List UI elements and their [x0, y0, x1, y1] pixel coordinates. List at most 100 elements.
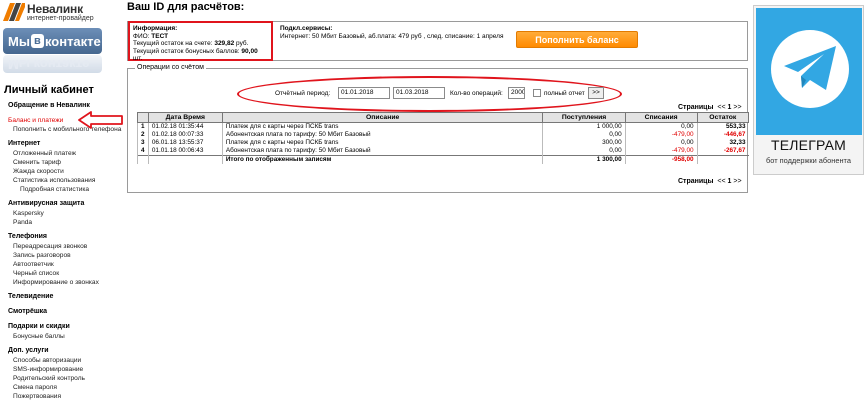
menu-item[interactable]: Запись разговоров — [8, 251, 133, 260]
menu-item[interactable]: Черный список — [8, 269, 133, 278]
vk-prefix: Мы — [8, 33, 30, 49]
vk-suffix: контакте — [44, 33, 101, 49]
column-header: Дата Время — [147, 112, 223, 123]
menu-section[interactable]: Антивирусная защита — [8, 199, 133, 209]
menu-section[interactable]: Телевидение — [8, 292, 133, 302]
row-number: 2 — [137, 131, 149, 139]
table-row: 4 01.01.18 00:06:43 Абонентская плата по т… — [137, 147, 749, 156]
menu-section[interactable]: Подарки и скидки — [8, 322, 133, 332]
menu-item[interactable]: Panda — [8, 218, 133, 227]
menu-section[interactable]: Смотрёшка — [8, 307, 133, 317]
vk-button[interactable]: Мы в контакте — [3, 28, 102, 54]
bonus-label: Текущий остаток бонусных баллов: — [133, 47, 240, 55]
column-header: Поступления — [542, 112, 626, 123]
row-income: 0,00 — [542, 147, 626, 156]
menu-item[interactable]: Kaspersky — [8, 209, 133, 218]
telegram-bot-banner[interactable]: ТЕЛЕГРАМ бот поддержки абонента — [753, 5, 864, 175]
menu-item[interactable]: Смена пароля — [8, 383, 133, 392]
row-date: 01.01.18 00:06:43 — [147, 147, 223, 156]
menu-item[interactable]: Родительский контроль — [8, 374, 133, 383]
total-income: 1 300,00 — [542, 155, 626, 164]
menu-item[interactable]: Отложенный платеж — [8, 149, 133, 158]
count-label: Кол-во операций: — [450, 90, 503, 97]
page-title: Ваш ID для расчётов: — [127, 1, 245, 13]
pointer-arrow-icon — [78, 111, 123, 129]
menu-section[interactable]: Телефония — [8, 232, 133, 242]
brand-tagline: интернет-провайдер — [27, 15, 94, 22]
count-input[interactable]: 2000 — [508, 87, 525, 99]
empty-cell — [137, 155, 149, 164]
row-income: 0,00 — [542, 131, 626, 139]
row-number: 1 — [137, 122, 149, 131]
menu-item[interactable]: Сменить тариф — [8, 158, 133, 167]
menu-item[interactable]: Информирование о звонках — [8, 278, 133, 287]
brand-name: Невалинк — [27, 2, 83, 16]
info-heading: Информация: — [133, 25, 178, 32]
vk-logo-icon: в — [30, 34, 44, 48]
menu-item[interactable]: Пожертвования — [8, 392, 133, 401]
column-header — [137, 112, 149, 123]
date-to-input[interactable]: 01.03.2018 — [393, 87, 445, 99]
sidebar-menu: Обращение в Невалинк Баланс и платежи Попо… — [8, 101, 133, 401]
row-balance: 32,33 — [696, 139, 749, 147]
empty-cell — [147, 155, 223, 164]
menu-item[interactable]: Переадресация звонков — [8, 242, 133, 251]
pager-current[interactable]: 1 — [728, 178, 732, 185]
row-description: Платеж для с карты через ПСКБ trans — [221, 139, 543, 147]
nevalink-logo[interactable]: Невалинк интернет-провайдер — [3, 2, 103, 24]
row-income: 1 000,00 — [542, 122, 626, 131]
row-date: 06.01.18 13:55:37 — [147, 139, 223, 147]
menu-item[interactable]: Статистика использования — [8, 176, 133, 185]
menu-item[interactable]: Жажда скорости — [8, 167, 133, 176]
balance-value: 329,82 — [214, 40, 235, 47]
services-heading: Подкл.сервисы: — [280, 25, 333, 32]
menu-section[interactable]: Интернет — [8, 139, 133, 149]
fio-value: ТЕСТ — [151, 32, 169, 40]
period-label: Отчётный период: — [275, 90, 331, 97]
row-expense: 0,00 — [624, 139, 698, 147]
row-balance: 553,33 — [696, 122, 749, 131]
pager-prev[interactable]: << — [717, 104, 725, 111]
menu-item[interactable]: Подробная статистика — [8, 185, 133, 194]
menu-item[interactable]: Способы авторизации — [8, 356, 133, 365]
table-header-row: Дата Время Описание Поступления Списания Ост… — [137, 112, 750, 123]
table-row: 3 06.01.18 13:55:37 Платеж для с карты чер… — [137, 139, 749, 147]
row-number: 4 — [137, 147, 149, 156]
empty-cell — [696, 155, 749, 164]
pager-top: Страницы << 1 >> — [678, 104, 742, 111]
cabinet-title: Личный кабинет — [4, 84, 94, 96]
total-expense: -958,00 — [624, 155, 698, 164]
operations-table: Дата Время Описание Поступления Списания Ост… — [137, 112, 750, 164]
column-header: Остаток — [696, 112, 750, 123]
operations-panel: Операции со счётом Отчётный период: 01.0… — [127, 64, 750, 193]
account-info-panel: Информация: ФИО: ТЕСТ Текущий остаток на… — [127, 21, 748, 62]
row-expense: 0,00 — [624, 122, 698, 131]
topup-balance-button[interactable]: Пополнить баланс — [516, 31, 638, 48]
date-from-input[interactable]: 01.01.2018 — [338, 87, 390, 99]
pager-next[interactable]: >> — [733, 178, 741, 185]
total-row: Итого по отображенным записям 1 300,00 -95… — [137, 155, 749, 164]
row-date: 01.02.18 01:35:44 — [147, 122, 223, 131]
apply-filter-button[interactable]: >> — [588, 87, 604, 99]
menu-section[interactable]: Доп. услуги — [8, 346, 133, 356]
column-header: Списания — [624, 112, 698, 123]
fio-label: ФИО: — [133, 32, 150, 40]
full-report-checkbox[interactable] — [533, 89, 541, 97]
operations-legend: Операции со счётом — [135, 64, 206, 71]
pager-current[interactable]: 1 — [728, 104, 732, 111]
pager-next[interactable]: >> — [733, 104, 741, 111]
row-balance: -446,67 — [696, 131, 749, 139]
pager-prev[interactable]: << — [717, 178, 725, 185]
full-report-label: полный отчет — [544, 90, 585, 97]
table-body: 1 01.02.18 01:35:44 Платеж для с карты чер… — [137, 122, 749, 164]
row-expense: -479,00 — [624, 147, 698, 156]
menu-item[interactable]: SMS-информирование — [8, 365, 133, 374]
table-row: 1 01.02.18 01:35:44 Платеж для с карты чер… — [137, 122, 749, 131]
telegram-logo-background — [756, 8, 862, 135]
pager-bottom: Страницы << 1 >> — [678, 178, 742, 185]
balance-label: Текущий остаток на счете: — [133, 40, 213, 47]
menu-item[interactable]: Бонусные баллы — [8, 332, 133, 341]
menu-item[interactable]: Автоответчик — [8, 260, 133, 269]
services-info: Подкл.сервисы: Интернет: 50 Мбит Базовый… — [280, 25, 504, 41]
row-income: 300,00 — [542, 139, 626, 147]
